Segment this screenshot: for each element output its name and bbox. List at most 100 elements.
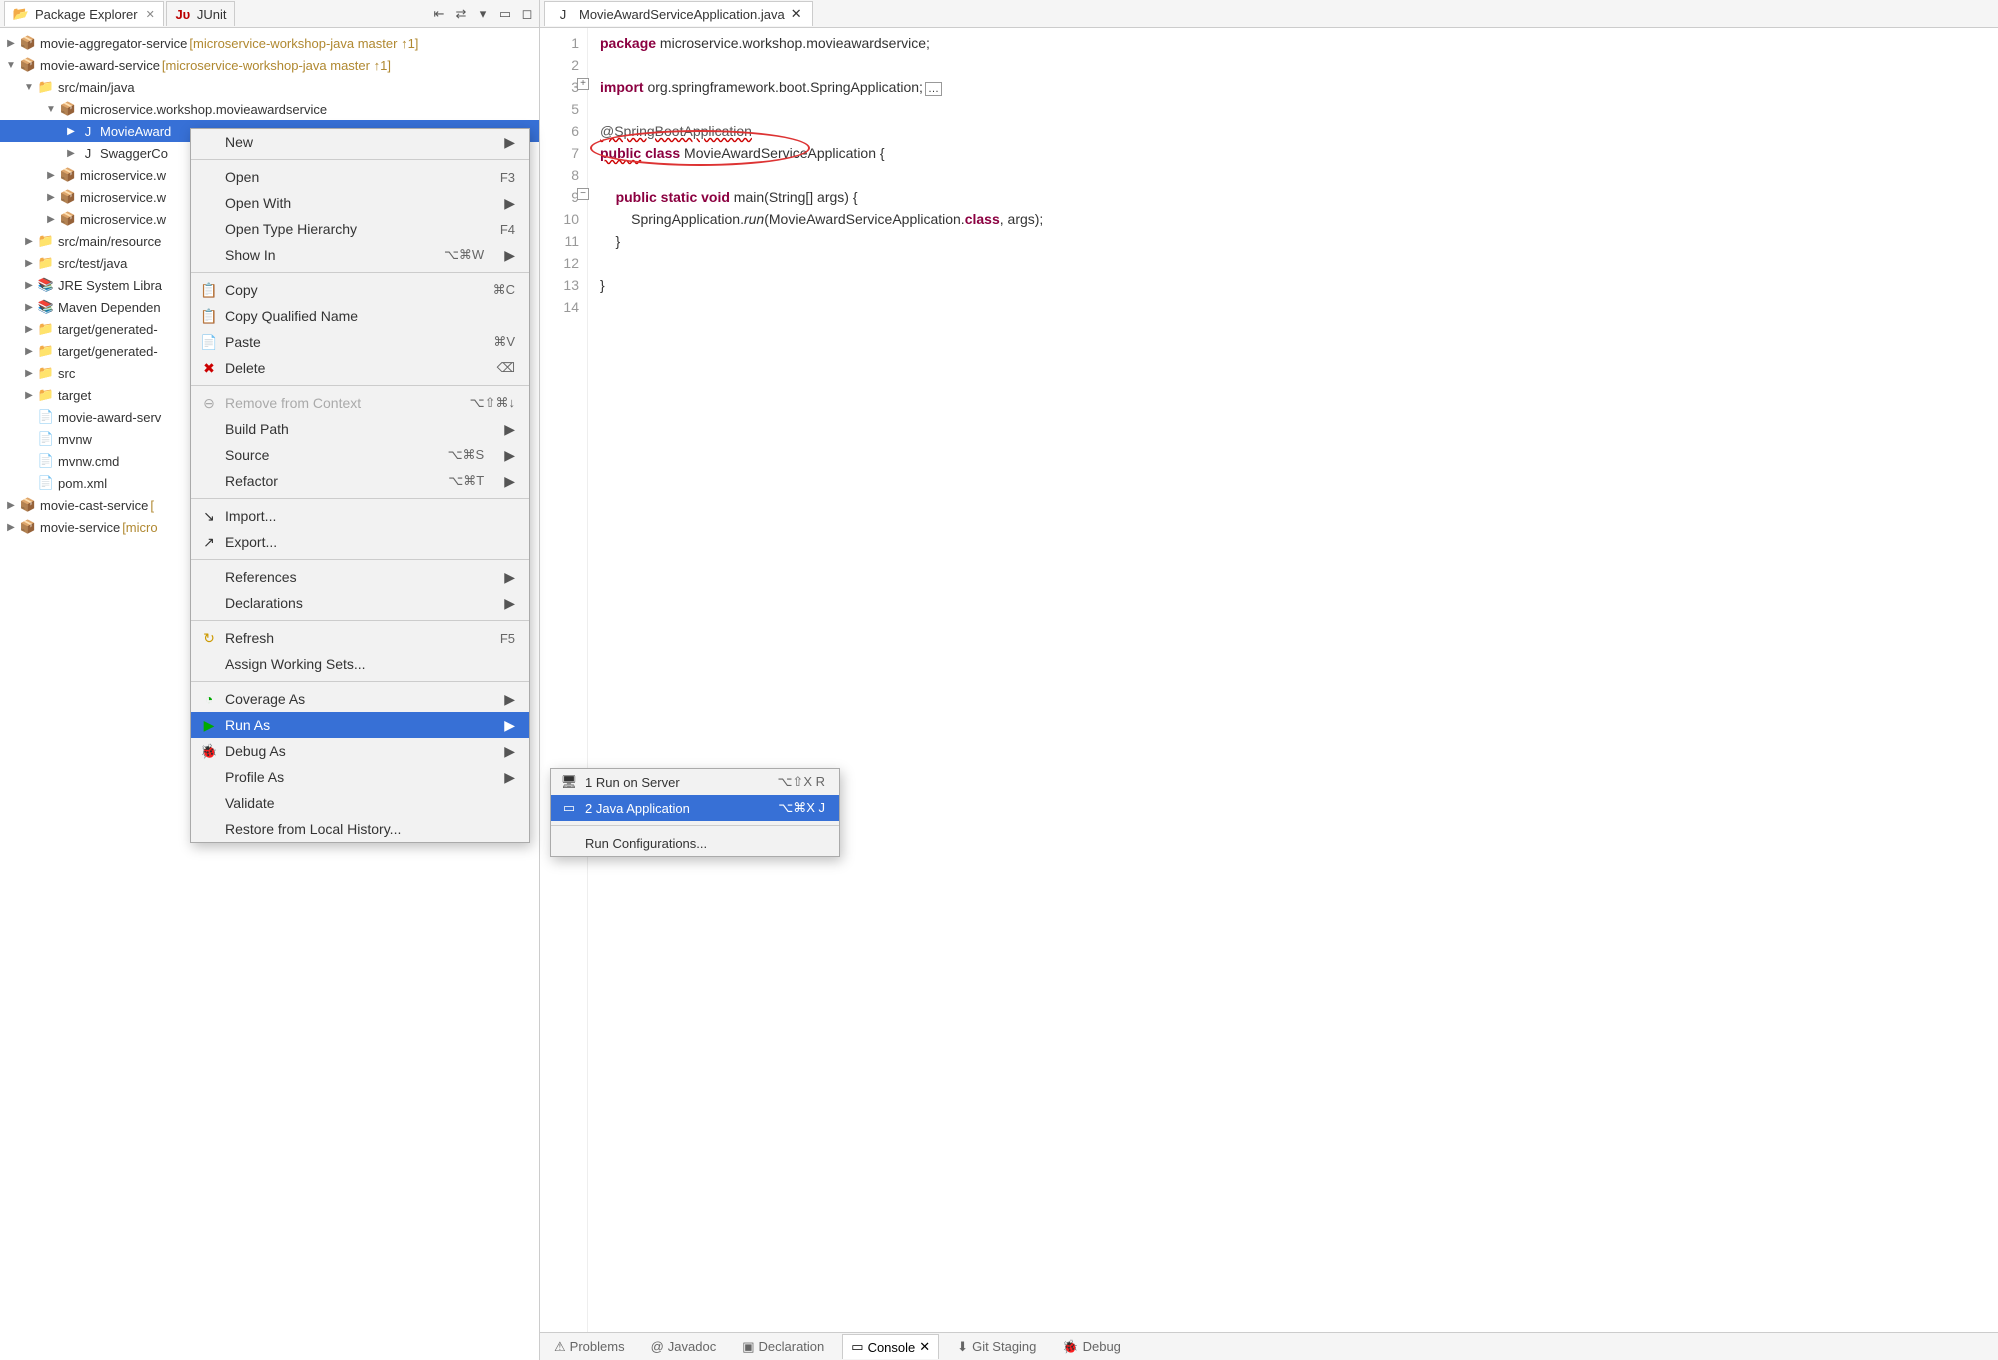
ctx-export[interactable]: ↗Export... — [191, 529, 529, 555]
ctx-copy-qualified[interactable]: 📋Copy Qualified Name — [191, 303, 529, 329]
close-icon[interactable]: ✕ — [791, 6, 802, 22]
refresh-icon: ↻ — [201, 630, 217, 646]
folder-icon: 📁 — [38, 365, 54, 381]
editor-tabs: J MovieAwardServiceApplication.java ✕ — [540, 0, 1998, 28]
library-icon: 📚 — [38, 277, 54, 293]
submenu-run-server[interactable]: 🖥1 Run on Server⌥⇧X R — [551, 769, 839, 795]
submenu-run-config[interactable]: Run Configurations... — [551, 830, 839, 856]
ctx-paste[interactable]: 📄Paste⌘V — [191, 329, 529, 355]
ctx-run-as[interactable]: ▶Run As▶ — [191, 712, 529, 738]
src-main-java[interactable]: ▼📁src/main/java — [0, 76, 539, 98]
ctx-source[interactable]: Source⌥⌘S▶ — [191, 442, 529, 468]
xml-file-icon: 📄 — [38, 475, 54, 491]
coverage-icon: ◔ — [201, 691, 217, 707]
tab-declaration[interactable]: ▣Declaration — [734, 1335, 832, 1359]
declaration-icon: ▣ — [742, 1339, 754, 1355]
source-folder-icon: 📁 — [38, 79, 54, 95]
package-movieawardservice[interactable]: ▼📦microservice.workshop.movieawardservic… — [0, 98, 539, 120]
ctx-remove-context: ⊖Remove from Context⌥⇧⌘↓ — [191, 390, 529, 416]
debug-icon: 🐞 — [1062, 1339, 1078, 1355]
project-aggregator[interactable]: ▶📦movie-aggregator-service [microservice… — [0, 32, 539, 54]
java-file-icon: J — [80, 145, 96, 161]
context-menu[interactable]: New▶ OpenF3 Open With▶ Open Type Hierarc… — [190, 128, 530, 843]
git-icon: ⬇ — [957, 1339, 968, 1355]
editor-pane: J MovieAwardServiceApplication.java ✕ 12… — [540, 0, 1998, 1360]
ctx-references[interactable]: References▶ — [191, 564, 529, 590]
source-folder-icon: 📁 — [38, 255, 54, 271]
file-icon: 📄 — [38, 453, 54, 469]
delete-icon: ✖ — [201, 360, 217, 376]
ctx-debug-as[interactable]: 🐞Debug As▶ — [191, 738, 529, 764]
editor-tab-movieaward[interactable]: J MovieAwardServiceApplication.java ✕ — [544, 1, 813, 26]
maven-project-icon: 📦 — [20, 519, 36, 535]
link-editor-icon[interactable]: ⇄ — [453, 6, 469, 22]
view-menu-icon[interactable]: ▾ — [475, 6, 491, 22]
ctx-refresh[interactable]: ↻RefreshF5 — [191, 625, 529, 651]
ctx-coverage-as[interactable]: ◔Coverage As▶ — [191, 686, 529, 712]
code-editor[interactable]: 123567891011121314 package microservice.… — [540, 28, 1998, 1332]
tab-console[interactable]: ▭Console ✕ — [842, 1334, 939, 1359]
close-icon[interactable]: ✕ — [146, 8, 155, 21]
ctx-new[interactable]: New▶ — [191, 129, 529, 155]
ctx-import[interactable]: ↘Import... — [191, 503, 529, 529]
minimize-icon[interactable]: ▭ — [497, 6, 513, 22]
ctx-restore-history[interactable]: Restore from Local History... — [191, 816, 529, 842]
folder-icon: 📁 — [38, 343, 54, 359]
ctx-copy[interactable]: 📋Copy⌘C — [191, 277, 529, 303]
problems-icon: ⚠ — [554, 1339, 566, 1355]
package-icon: 📦 — [60, 101, 76, 117]
java-file-icon: J — [555, 6, 571, 22]
paste-icon: 📄 — [201, 334, 217, 350]
ctx-delete[interactable]: ✖Delete⌫ — [191, 355, 529, 381]
editor-tab-label: MovieAwardServiceApplication.java — [579, 7, 785, 22]
tab-junit[interactable]: Jᴜ JUnit — [166, 1, 236, 26]
console-icon: ▭ — [851, 1339, 863, 1355]
ctx-refactor[interactable]: Refactor⌥⌘T▶ — [191, 468, 529, 494]
maven-project-icon: 📦 — [20, 35, 36, 51]
tab-git-staging[interactable]: ⬇Git Staging — [949, 1335, 1044, 1359]
ctx-declarations[interactable]: Declarations▶ — [191, 590, 529, 616]
tab-package-explorer[interactable]: 📂 Package Explorer ✕ — [4, 1, 164, 26]
ctx-build-path[interactable]: Build Path▶ — [191, 416, 529, 442]
debug-icon: 🐞 — [201, 743, 217, 759]
bottom-view-tabs: ⚠Problems @Javadoc ▣Declaration ▭Console… — [540, 1332, 1998, 1360]
java-app-icon: ▭ — [561, 800, 577, 816]
project-award[interactable]: ▼📦movie-award-service [microservice-work… — [0, 54, 539, 76]
server-icon: 🖥 — [561, 774, 577, 790]
ctx-profile-as[interactable]: Profile As▶ — [191, 764, 529, 790]
run-as-submenu[interactable]: 🖥1 Run on Server⌥⇧X R ▭2 Java Applicatio… — [550, 768, 840, 857]
copy-icon: 📋 — [201, 308, 217, 324]
junit-icon: Jᴜ — [175, 6, 191, 22]
copy-icon: 📋 — [201, 282, 217, 298]
import-icon: ↘ — [201, 508, 217, 524]
package-icon: 📦 — [60, 189, 76, 205]
library-icon: 📚 — [38, 299, 54, 315]
source-folder-icon: 📁 — [38, 233, 54, 249]
submenu-java-app[interactable]: ▭2 Java Application⌥⌘X J — [551, 795, 839, 821]
code-area[interactable]: package microservice.workshop.movieaward… — [588, 28, 1055, 1332]
package-explorer-icon: 📂 — [13, 6, 29, 22]
tab-problems[interactable]: ⚠Problems — [546, 1335, 633, 1359]
maven-project-icon: 📦 — [20, 57, 36, 73]
tab-debug[interactable]: 🐞Debug — [1054, 1335, 1129, 1359]
close-icon[interactable]: ✕ — [919, 1339, 930, 1355]
folder-icon: 📁 — [38, 387, 54, 403]
collapse-all-icon[interactable]: ⇤ — [431, 6, 447, 22]
gutter: 123567891011121314 — [540, 28, 588, 1332]
ctx-open[interactable]: OpenF3 — [191, 164, 529, 190]
view-toolbar: ⇤ ⇄ ▾ ▭ ◻ — [431, 6, 535, 22]
package-icon: 📦 — [60, 211, 76, 227]
javadoc-icon: @ — [651, 1339, 664, 1354]
ctx-show-in[interactable]: Show In⌥⌘W▶ — [191, 242, 529, 268]
ctx-assign-working-sets[interactable]: Assign Working Sets... — [191, 651, 529, 677]
tab-label: Package Explorer — [35, 7, 138, 22]
run-icon: ▶ — [201, 717, 217, 733]
left-view-tabs: 📂 Package Explorer ✕ Jᴜ JUnit ⇤ ⇄ ▾ ▭ ◻ — [0, 0, 539, 28]
tab-javadoc[interactable]: @Javadoc — [643, 1335, 725, 1358]
maximize-icon[interactable]: ◻ — [519, 6, 535, 22]
ctx-open-with[interactable]: Open With▶ — [191, 190, 529, 216]
ctx-validate[interactable]: Validate — [191, 790, 529, 816]
ctx-open-type-hierarchy[interactable]: Open Type HierarchyF4 — [191, 216, 529, 242]
maven-project-icon: 📦 — [20, 497, 36, 513]
package-icon: 📦 — [60, 167, 76, 183]
